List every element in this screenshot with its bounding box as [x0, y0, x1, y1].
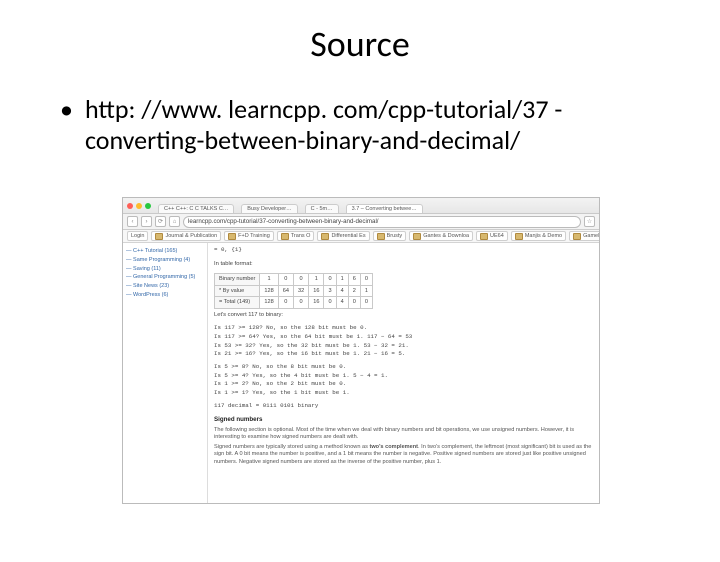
bookmark-folder[interactable]: F+D Training: [224, 231, 274, 241]
sidebar-item[interactable]: — Saving (11): [126, 265, 204, 274]
step-line: Is 5 >= 8? No, so the 8 bit must be 0.: [214, 363, 593, 372]
table-row: Binary number10010160: [215, 274, 373, 285]
address-bar[interactable]: learncpp.com/cpp-tutorial/37-converting-…: [183, 216, 581, 228]
zoom-icon[interactable]: [145, 203, 151, 209]
bookmark-folder[interactable]: Differential Es: [317, 231, 369, 241]
result-line: 117 decimal = 0111 0101 binary: [214, 402, 593, 411]
bookmark-star-icon[interactable]: ☆: [584, 216, 595, 227]
content-line: Let's convert 117 to binary:: [214, 311, 593, 320]
content-line: In table format:: [214, 260, 593, 269]
folder-icon: [413, 233, 421, 240]
folder-icon: [377, 233, 385, 240]
bookmark-folder[interactable]: Gantes & Downloa: [409, 231, 473, 241]
browser-tab[interactable]: C - 5m…: [305, 204, 339, 213]
step-line: Is 1 >= 2? No, so the 2 bit must be 0.: [214, 380, 593, 389]
paragraph: Signed numbers are typically stored usin…: [214, 444, 593, 467]
step-line: Is 117 >= 64? Yes, so the 64 bit must be…: [214, 333, 593, 342]
home-icon[interactable]: ⌂: [169, 216, 180, 227]
bullet-dot: •: [60, 94, 73, 155]
table-row: * By value1286432163421: [215, 285, 373, 296]
bookmark-folder[interactable]: GameBos: [569, 231, 599, 241]
folder-icon: [228, 233, 236, 240]
step-line: Is 117 >= 128? No, so the 128 bit must b…: [214, 324, 593, 333]
sidebar-item[interactable]: — C++ Tutorial (165): [126, 247, 204, 256]
bookmark-folder[interactable]: UE64: [476, 231, 508, 241]
step-line: Is 21 >= 16? Yes, so the 16 bit must be …: [214, 350, 593, 359]
browser-toolbar: ‹ › ⟳ ⌂ learncpp.com/cpp-tutorial/37-con…: [123, 214, 599, 230]
folder-icon: [480, 233, 488, 240]
folder-icon: [155, 233, 163, 240]
bookmark-folder[interactable]: Journal & Publication: [151, 231, 221, 241]
back-icon[interactable]: ‹: [127, 216, 138, 227]
section-heading: Signed numbers: [214, 415, 593, 424]
bookmark-folder[interactable]: Trans O: [277, 231, 315, 241]
browser-tab[interactable]: 3.7 – Converting betwee…: [346, 204, 423, 213]
close-icon[interactable]: [127, 203, 133, 209]
bookmark-folder[interactable]: Brusty: [373, 231, 407, 241]
table-row: = Total (149)12800160400: [215, 297, 373, 308]
step-line: Is 5 >= 4? Yes, so the 4 bit must be 1. …: [214, 372, 593, 381]
page-content: = 0, {1} In table format: Binary number1…: [208, 243, 599, 504]
forward-icon[interactable]: ›: [141, 216, 152, 227]
sidebar-item[interactable]: — WordPress (6): [126, 291, 204, 300]
paragraph: The following section is optional. Most …: [214, 427, 593, 442]
url-text: learncpp.com/cpp-tutorial/37-converting-…: [188, 218, 379, 225]
bookmark[interactable]: Login: [127, 231, 148, 241]
browser-screenshot: C++ C++: C C TALKS C… Busy Developer… C …: [122, 197, 600, 504]
bookmark-folder[interactable]: Manjis & Demo: [511, 231, 566, 241]
folder-icon: [321, 233, 329, 240]
browser-titlebar: C++ C++: C C TALKS C… Busy Developer… C …: [123, 198, 599, 214]
sidebar: — C++ Tutorial (165) — Same Programming …: [123, 243, 208, 504]
step-line: Is 53 >= 32? Yes, so the 32 bit must be …: [214, 342, 593, 351]
bullet-text: http: //www. learncpp. com/cpp-tutorial/…: [85, 94, 660, 155]
binary-table: Binary number10010160 * By value12864321…: [214, 273, 373, 308]
step-line: Is 1 >= 1? Yes, so the 1 bit must be 1.: [214, 389, 593, 398]
browser-tab[interactable]: Busy Developer…: [241, 204, 297, 213]
folder-icon: [515, 233, 523, 240]
content-line: = 0, {1}: [214, 246, 593, 255]
sidebar-item[interactable]: — Same Programming (4): [126, 256, 204, 265]
bookmarks-bar: Login Journal & Publication F+D Training…: [123, 230, 599, 243]
sidebar-item[interactable]: — General Programming (5): [126, 273, 204, 282]
folder-icon: [573, 233, 581, 240]
sidebar-item[interactable]: — Site News (23): [126, 282, 204, 291]
folder-icon: [281, 233, 289, 240]
minimize-icon[interactable]: [136, 203, 142, 209]
slide-title: Source: [0, 22, 720, 66]
reload-icon[interactable]: ⟳: [155, 216, 166, 227]
browser-tab[interactable]: C++ C++: C C TALKS C…: [158, 204, 234, 213]
bullet: • http: //www. learncpp. com/cpp-tutoria…: [60, 94, 660, 155]
